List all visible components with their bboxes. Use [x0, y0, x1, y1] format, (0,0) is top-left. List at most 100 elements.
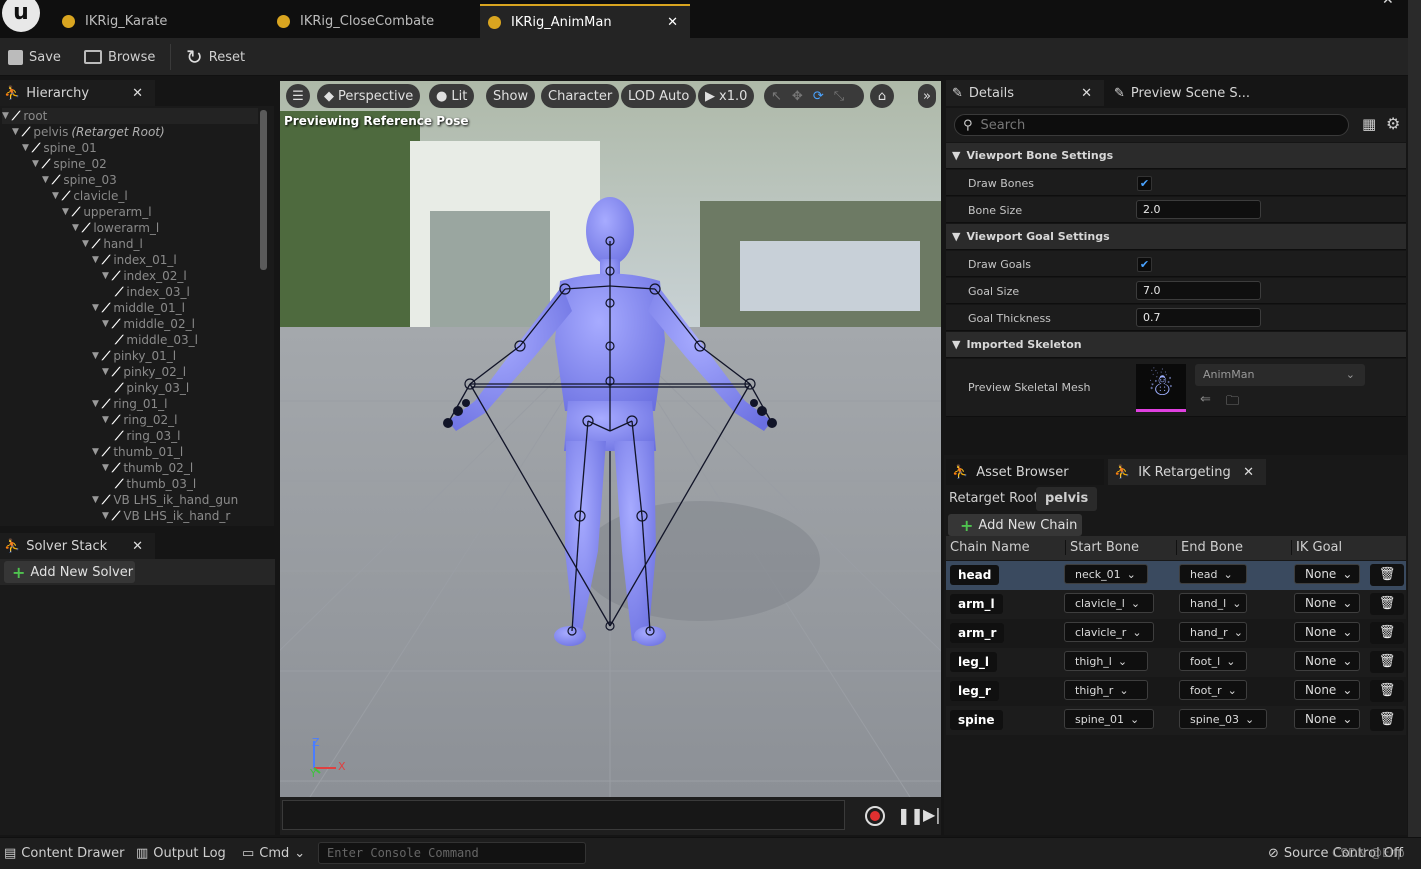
chain-row[interactable]: arm_r clavicle_r ⌄ hand_r ⌄ None ⌄ 🗑 — [946, 619, 1406, 648]
close-icon[interactable]: ✕ — [667, 15, 678, 30]
table-view-icon[interactable]: ▦ — [1362, 115, 1376, 133]
unreal-logo-icon[interactable]: u — [2, 0, 40, 32]
tab-asset-browser[interactable]: ⛹ Asset Browser — [946, 459, 1104, 485]
end-bone-dropdown[interactable]: head ⌄ — [1179, 564, 1247, 584]
ik-goal-dropdown[interactable]: None ⌄ — [1294, 680, 1360, 700]
draw-bones-checkbox[interactable]: ✔ — [1137, 176, 1152, 191]
chain-name-field[interactable]: leg_l — [950, 652, 997, 672]
lit-button[interactable]: ● Lit — [429, 84, 475, 108]
chain-row[interactable]: leg_l thigh_l ⌄ foot_l ⌄ None ⌄ 🗑 — [946, 648, 1406, 677]
expand-arrow-icon[interactable]: ▼ — [92, 255, 99, 265]
delete-chain-button[interactable]: 🗑 — [1370, 651, 1404, 673]
expand-arrow-icon[interactable]: ▼ — [92, 495, 99, 505]
chain-name-field[interactable]: arm_l — [950, 594, 1003, 614]
ik-goal-dropdown[interactable]: None ⌄ — [1294, 593, 1360, 613]
select-tool-icon[interactable]: ↖ — [771, 89, 782, 104]
expand-arrow-icon[interactable]: ▼ — [82, 239, 89, 249]
perspective-button[interactable]: ◆ Perspective — [317, 84, 421, 108]
goal-thickness-input[interactable]: 0.7 — [1136, 308, 1261, 327]
expand-arrow-icon[interactable]: ▼ — [32, 159, 39, 169]
pause-button[interactable]: ❚❚ — [897, 806, 924, 825]
camera-options-button[interactable]: ⌂ — [870, 84, 894, 108]
close-icon[interactable]: ✕ — [132, 539, 143, 554]
delete-chain-button[interactable]: 🗑 — [1370, 593, 1404, 615]
preview-viewport[interactable]: Z Y X Previewing Reference Pose — [280, 81, 941, 797]
expand-arrow-icon[interactable]: ▼ — [92, 399, 99, 409]
viewport-expand-button[interactable]: » — [918, 84, 936, 108]
hierarchy-bone-row[interactable]: ▼ ⟋ upperarm_l — [62, 204, 152, 220]
chain-name-field[interactable]: head — [950, 565, 1000, 585]
section-imported-skeleton[interactable]: ▼ Imported Skeleton — [946, 332, 1406, 358]
tab-details[interactable]: ✎ Details ✕ — [946, 80, 1104, 106]
start-bone-dropdown[interactable]: spine_01 ⌄ — [1064, 709, 1154, 729]
ik-goal-dropdown[interactable]: None ⌄ — [1294, 564, 1360, 584]
expand-arrow-icon[interactable]: ▼ — [102, 511, 109, 521]
start-bone-dropdown[interactable]: thigh_r ⌄ — [1064, 680, 1148, 700]
draw-goals-checkbox[interactable]: ✔ — [1137, 257, 1152, 272]
tab-ikrig-closecombate[interactable]: IKRig_CloseCombate — [255, 4, 480, 38]
close-icon[interactable]: ✕ — [132, 86, 143, 101]
output-log-button[interactable]: ▥ Output Log — [136, 837, 226, 869]
start-bone-dropdown[interactable]: clavicle_l ⌄ — [1064, 593, 1154, 613]
section-viewport-goal-settings[interactable]: ▼ Viewport Goal Settings — [946, 224, 1406, 250]
hierarchy-bone-row[interactable]: ▼ ⟋ spine_02 — [32, 156, 107, 172]
tab-ikrig-karate[interactable]: IKRig_Karate — [40, 4, 265, 38]
hierarchy-bone-row[interactable]: ⟋ ring_03_l — [112, 428, 181, 444]
goal-size-input[interactable]: 7.0 — [1136, 281, 1261, 300]
chain-row[interactable]: leg_r thigh_r ⌄ foot_r ⌄ None ⌄ 🗑 — [946, 677, 1406, 706]
end-bone-dropdown[interactable]: foot_l ⌄ — [1179, 651, 1247, 671]
browse-button[interactable]: Browse — [84, 38, 155, 76]
ik-goal-dropdown[interactable]: None ⌄ — [1294, 651, 1360, 671]
expand-arrow-icon[interactable]: ▼ — [102, 319, 109, 329]
mesh-thumbnail[interactable]: ☃ — [1136, 364, 1186, 412]
step-forward-button[interactable]: ▶| — [923, 805, 941, 824]
ik-goal-dropdown[interactable]: None ⌄ — [1294, 709, 1360, 729]
show-button[interactable]: Show — [486, 84, 536, 108]
chain-name-field[interactable]: leg_r — [950, 681, 999, 701]
hierarchy-bone-row[interactable]: ▼ ⟋ VB LHS_ik_hand_gun — [92, 492, 238, 508]
start-bone-dropdown[interactable]: neck_01 ⌄ — [1064, 564, 1148, 584]
start-bone-dropdown[interactable]: clavicle_r ⌄ — [1064, 622, 1154, 642]
close-icon[interactable]: ✕ — [1081, 86, 1092, 101]
hierarchy-bone-row[interactable]: ▼ ⟋ ring_02_l — [102, 412, 177, 428]
content-drawer-button[interactable]: ▤ Content Drawer — [4, 837, 124, 869]
character-button[interactable]: Character — [541, 84, 620, 108]
hierarchy-bone-row[interactable]: ▼ ⟋ hand_l — [82, 236, 143, 252]
rotate-tool-icon[interactable]: ⟳ — [813, 89, 824, 104]
chain-name-field[interactable]: arm_r — [950, 623, 1005, 643]
scale-tool-icon[interactable]: ⤡ — [834, 89, 844, 104]
tab-preview-scene-settings[interactable]: ✎ Preview Scene S... — [1108, 80, 1258, 106]
end-bone-dropdown[interactable]: spine_03 ⌄ — [1179, 709, 1267, 729]
end-bone-dropdown[interactable]: foot_r ⌄ — [1179, 680, 1247, 700]
section-viewport-bone-settings[interactable]: ▼ Viewport Bone Settings — [946, 143, 1406, 169]
details-search-input[interactable]: ⚲ Search — [954, 114, 1349, 136]
delete-chain-button[interactable]: 🗑 — [1370, 680, 1404, 702]
hierarchy-bone-row[interactable]: ⟋ thumb_03_l — [112, 476, 196, 492]
delete-chain-button[interactable]: 🗑 — [1370, 709, 1404, 731]
expand-arrow-icon[interactable]: ▼ — [62, 207, 69, 217]
chain-row[interactable]: spine spine_01 ⌄ spine_03 ⌄ None ⌄ 🗑 — [946, 706, 1406, 735]
hierarchy-bone-row[interactable]: ▼ ⟋ index_02_l — [102, 268, 187, 284]
hierarchy-bone-row[interactable]: ▼ ⟋ root — [2, 108, 258, 124]
save-button[interactable]: Save — [8, 38, 61, 76]
expand-arrow-icon[interactable]: ▼ — [102, 271, 109, 281]
expand-arrow-icon[interactable]: ▼ — [42, 175, 49, 185]
delete-chain-button[interactable]: 🗑 — [1370, 564, 1404, 586]
expand-arrow-icon[interactable]: ▼ — [22, 143, 29, 153]
expand-arrow-icon[interactable]: ▼ — [12, 127, 19, 137]
hierarchy-bone-row[interactable]: ▼ ⟋ spine_01 — [22, 140, 97, 156]
record-button[interactable] — [865, 806, 885, 826]
tab-ikrig-animman[interactable]: IKRig_AnimMan ✕ — [480, 4, 690, 38]
expand-arrow-icon[interactable]: ▼ — [92, 303, 99, 313]
browse-asset-icon[interactable]: 🗀 — [1226, 392, 1239, 414]
delete-chain-button[interactable]: 🗑 — [1370, 622, 1404, 644]
hierarchy-bone-row[interactable]: ▼ ⟋ thumb_02_l — [102, 460, 193, 476]
console-command-input[interactable]: Enter Console Command — [318, 842, 586, 864]
close-window-icon[interactable]: ✕ — [1382, 0, 1394, 8]
end-bone-dropdown[interactable]: hand_r ⌄ — [1179, 622, 1247, 642]
close-icon[interactable]: ✕ — [1243, 465, 1254, 480]
lod-button[interactable]: LOD Auto — [621, 84, 697, 108]
use-selected-asset-icon[interactable]: ⇐ — [1200, 392, 1211, 407]
mesh-asset-dropdown[interactable]: AnimMan ⌄ — [1195, 364, 1365, 386]
hierarchy-bone-row[interactable]: ▼ ⟋ middle_02_l — [102, 316, 195, 332]
